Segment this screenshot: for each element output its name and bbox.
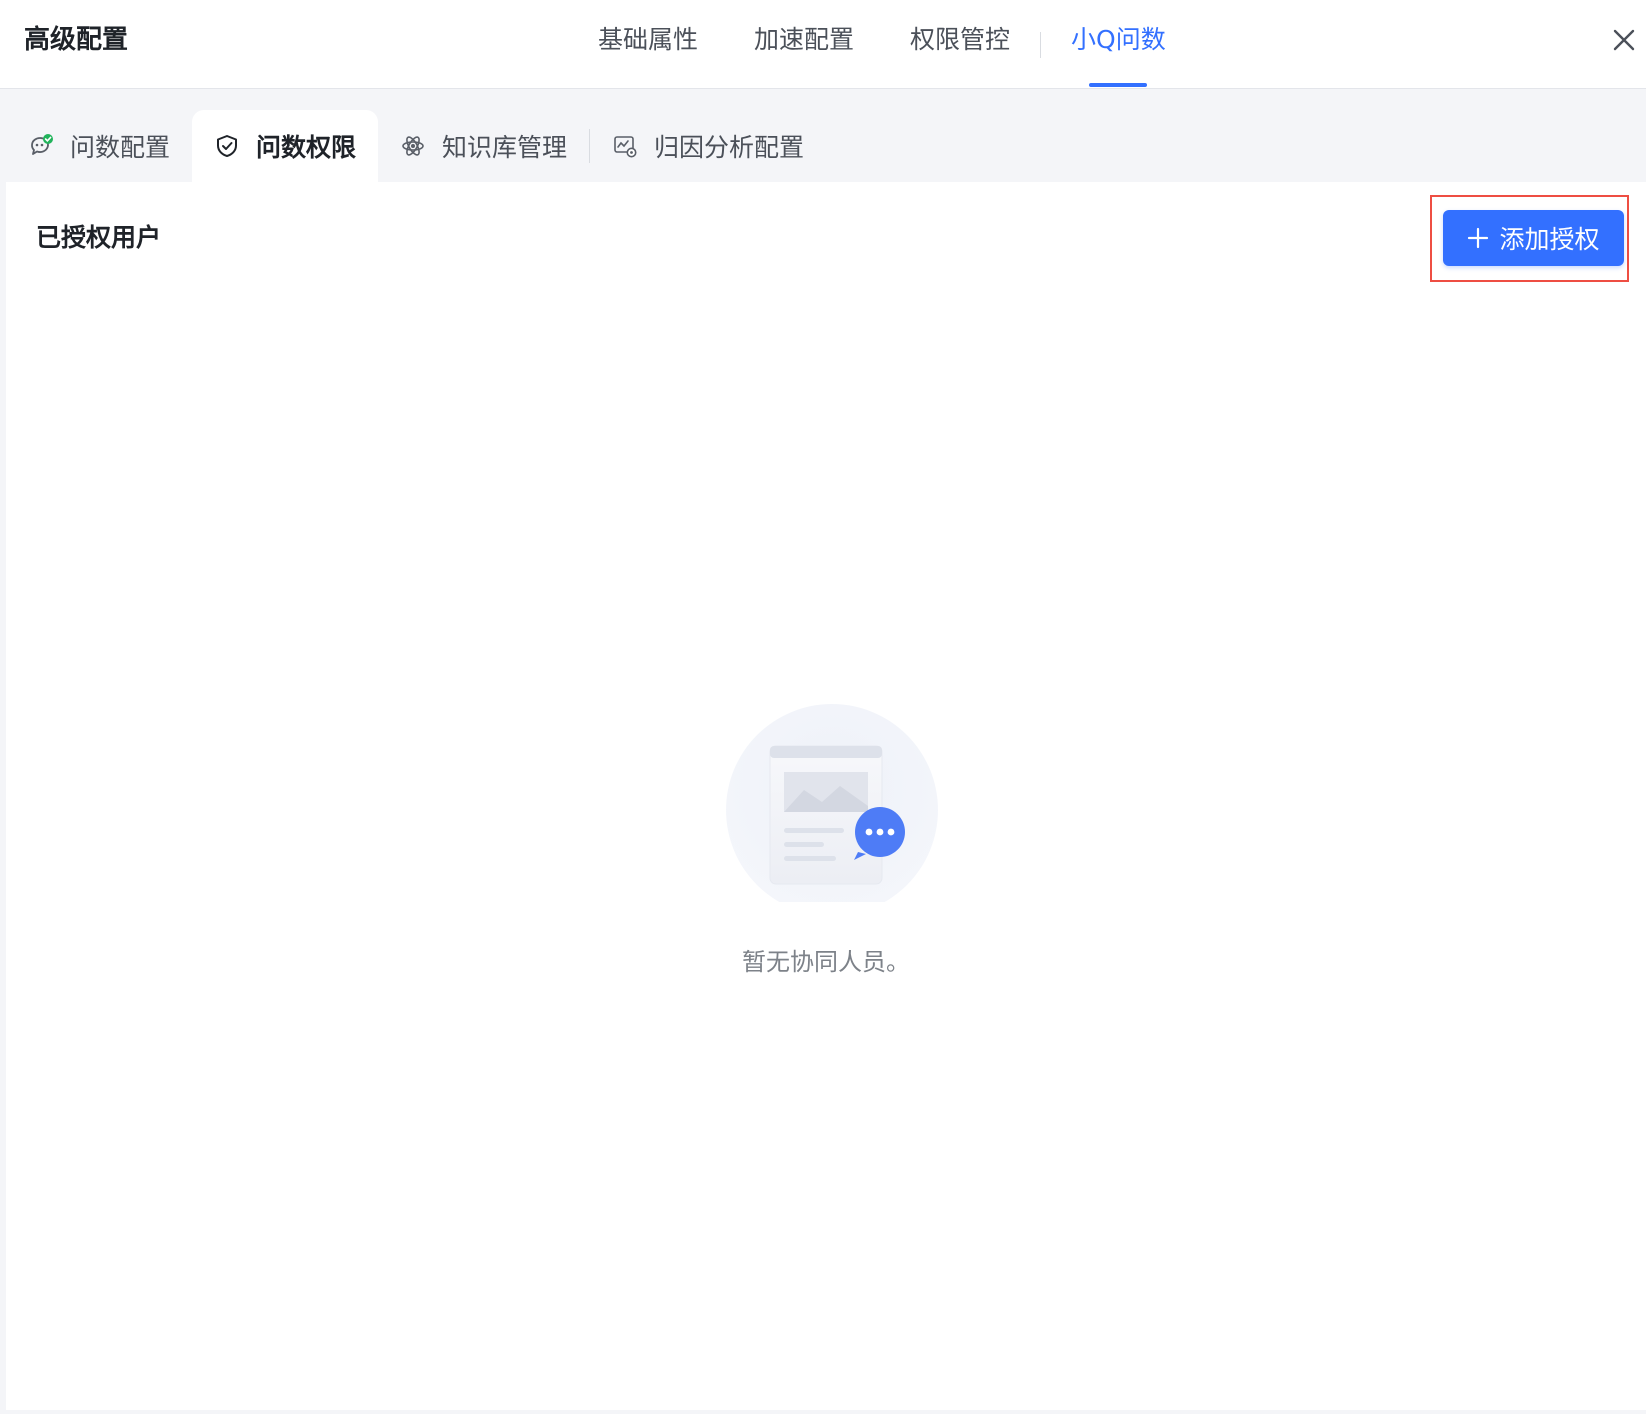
tab-basic-properties[interactable]: 基础属性 <box>598 0 698 89</box>
close-icon[interactable] <box>1606 22 1642 58</box>
empty-state-text: 暂无协同人员。 <box>742 948 910 976</box>
top-tab-bar: 基础属性 加速配置 权限管控 小Q问数 <box>570 0 1194 89</box>
subtab-label: 归因分析配置 <box>654 133 805 162</box>
subtab-query-permission[interactable]: 问数权限 <box>192 110 379 182</box>
tab-permission-control[interactable]: 权限管控 <box>910 0 1010 89</box>
chart-settings-icon <box>614 136 637 158</box>
tab-xiaoq-query[interactable]: 小Q问数 <box>1071 0 1166 89</box>
add-authorization-label: 添加授权 <box>1499 225 1600 254</box>
subtab-attribution-analysis[interactable]: 归因分析配置 <box>590 110 826 182</box>
shield-check-icon <box>217 135 238 157</box>
subtab-label: 问数权限 <box>256 133 357 162</box>
empty-state-illustration <box>726 704 938 902</box>
subtab-label: 问数配置 <box>70 133 171 162</box>
section-title: 已授权用户 <box>36 223 162 252</box>
atom-icon <box>402 136 424 156</box>
plus-icon <box>1468 227 1489 249</box>
dialog-title: 高级配置 <box>24 25 129 55</box>
tab-divider <box>1040 31 1042 58</box>
permission-panel: 已授权用户 添加授权 暂无协同人员。 <box>6 182 1646 1410</box>
dialog-header: 高级配置 基础属性 加速配置 权限管控 小Q问数 <box>0 0 1646 89</box>
subtab-label: 知识库管理 <box>442 133 568 162</box>
subtab-query-config[interactable]: 问数配置 <box>6 110 192 182</box>
chat-check-icon <box>31 134 53 155</box>
subtab-knowledge-base[interactable]: 知识库管理 <box>378 110 589 182</box>
tab-acceleration-config[interactable]: 加速配置 <box>754 0 854 89</box>
sub-tab-bar: 问数配置 问数权限 知识库管理 归因分析配置 <box>6 110 826 182</box>
add-authorization-button[interactable]: 添加授权 <box>1443 210 1624 266</box>
